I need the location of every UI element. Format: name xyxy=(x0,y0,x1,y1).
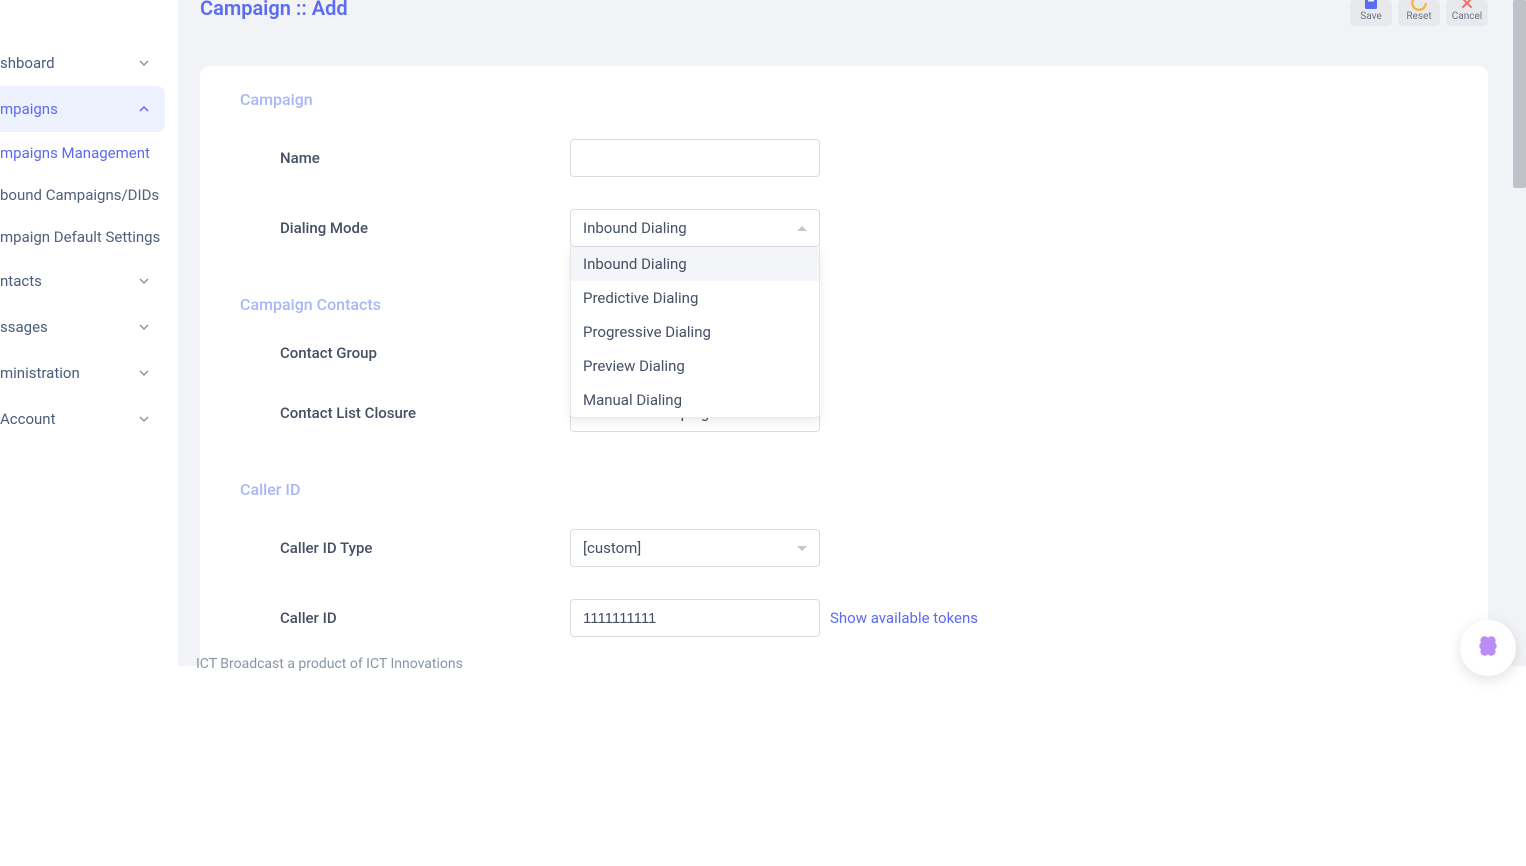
sidebar-item-label: Account xyxy=(0,410,56,428)
button-label: Cancel xyxy=(1452,12,1482,22)
dropdown-option[interactable]: Preview Dialing xyxy=(571,349,819,383)
select-value: Inbound Dialing xyxy=(583,219,687,237)
save-button[interactable]: Save xyxy=(1350,0,1392,26)
row-contact-group: Contact Group xyxy=(240,344,1448,362)
chevron-down-icon xyxy=(139,58,149,68)
show-tokens-link[interactable]: Show available tokens xyxy=(830,609,978,627)
chevron-down-icon xyxy=(139,276,149,286)
chevron-down-icon xyxy=(139,322,149,332)
cancel-icon xyxy=(1458,0,1476,12)
sidebar-sub-inbound-campaigns[interactable]: bound Campaigns/DIDs xyxy=(0,174,165,216)
scrollbar[interactable] xyxy=(1513,0,1526,188)
sidebar-item-dashboard[interactable]: shboard xyxy=(0,40,165,86)
dropdown-option[interactable]: Manual Dialing xyxy=(571,383,819,417)
brain-icon xyxy=(1475,633,1501,663)
form-card: Campaign Name Dialing Mode Inbound Diali… xyxy=(200,66,1488,866)
section-title-callerid: Caller ID xyxy=(240,480,1448,499)
button-label: Reset xyxy=(1406,12,1431,22)
sidebar-item-account[interactable]: Account xyxy=(0,396,165,442)
sidebar-item-messages[interactable]: ssages xyxy=(0,304,165,350)
section-title-campaign: Campaign xyxy=(240,90,1448,109)
sidebar-item-label: ntacts xyxy=(0,272,42,290)
footer-text: ICT Broadcast a product of ICT Innovatio… xyxy=(196,656,463,672)
header-actions: Save Reset Cancel xyxy=(1350,0,1488,26)
sidebar-item-administration[interactable]: ministration xyxy=(0,350,165,396)
callerid-type-select[interactable]: [custom] xyxy=(570,529,820,567)
chevron-down-icon xyxy=(139,368,149,378)
name-input[interactable] xyxy=(570,139,820,177)
sidebar-item-label: shboard xyxy=(0,54,55,72)
cancel-button[interactable]: Cancel xyxy=(1446,0,1488,26)
sidebar-item-label: mpaigns xyxy=(0,100,58,118)
caret-down-icon xyxy=(797,546,807,551)
row-callerid: Caller ID Show available tokens xyxy=(240,599,1448,637)
dropdown-option[interactable]: Predictive Dialing xyxy=(571,281,819,315)
sidebar-sub-campaign-defaults[interactable]: mpaign Default Settings xyxy=(0,216,165,258)
reset-button[interactable]: Reset xyxy=(1398,0,1440,26)
row-name: Name xyxy=(240,139,1448,177)
callerid-input[interactable] xyxy=(570,599,820,637)
label-callerid-type: Caller ID Type xyxy=(240,539,570,557)
section-title-contacts: Campaign Contacts xyxy=(240,295,1448,314)
sidebar-item-label: ssages xyxy=(0,318,48,336)
label-dialing-mode: Dialing Mode xyxy=(240,219,570,237)
help-fab[interactable] xyxy=(1460,620,1516,676)
reset-icon xyxy=(1410,0,1428,12)
dialing-mode-select[interactable]: Inbound Dialing xyxy=(570,209,820,247)
chevron-up-icon xyxy=(139,104,149,114)
row-callerid-type: Caller ID Type [custom] xyxy=(240,529,1448,567)
label-contact-group: Contact Group xyxy=(240,344,570,362)
page-header: Campaign :: Add Save Reset Cancel xyxy=(200,0,1488,36)
save-icon xyxy=(1362,0,1380,12)
row-contact-list-closure: Contact List Closure Conclude Campaign xyxy=(240,394,1448,432)
page-title: Campaign :: Add xyxy=(200,0,348,20)
dialing-mode-dropdown: Inbound Dialing Predictive Dialing Progr… xyxy=(570,247,820,418)
select-value: [custom] xyxy=(583,539,641,557)
button-label: Save xyxy=(1360,12,1381,22)
label-contact-list-closure: Contact List Closure xyxy=(240,404,570,422)
sidebar-item-label: ministration xyxy=(0,364,80,382)
main-content: Campaign :: Add Save Reset Cancel xyxy=(178,0,1526,666)
sidebar-item-campaigns[interactable]: mpaigns xyxy=(0,86,165,132)
row-dialing-mode: Dialing Mode Inbound Dialing Inbound Dia… xyxy=(240,209,1448,247)
dropdown-option[interactable]: Progressive Dialing xyxy=(571,315,819,349)
caret-up-icon xyxy=(797,226,807,231)
chevron-down-icon xyxy=(139,414,149,424)
dropdown-option[interactable]: Inbound Dialing xyxy=(571,247,819,281)
sidebar: shboard mpaigns mpaigns Management bound… xyxy=(0,0,165,666)
label-callerid: Caller ID xyxy=(240,609,570,627)
label-name: Name xyxy=(240,149,570,167)
sidebar-item-contacts[interactable]: ntacts xyxy=(0,258,165,304)
sidebar-sub-campaigns-management[interactable]: mpaigns Management xyxy=(0,132,165,174)
